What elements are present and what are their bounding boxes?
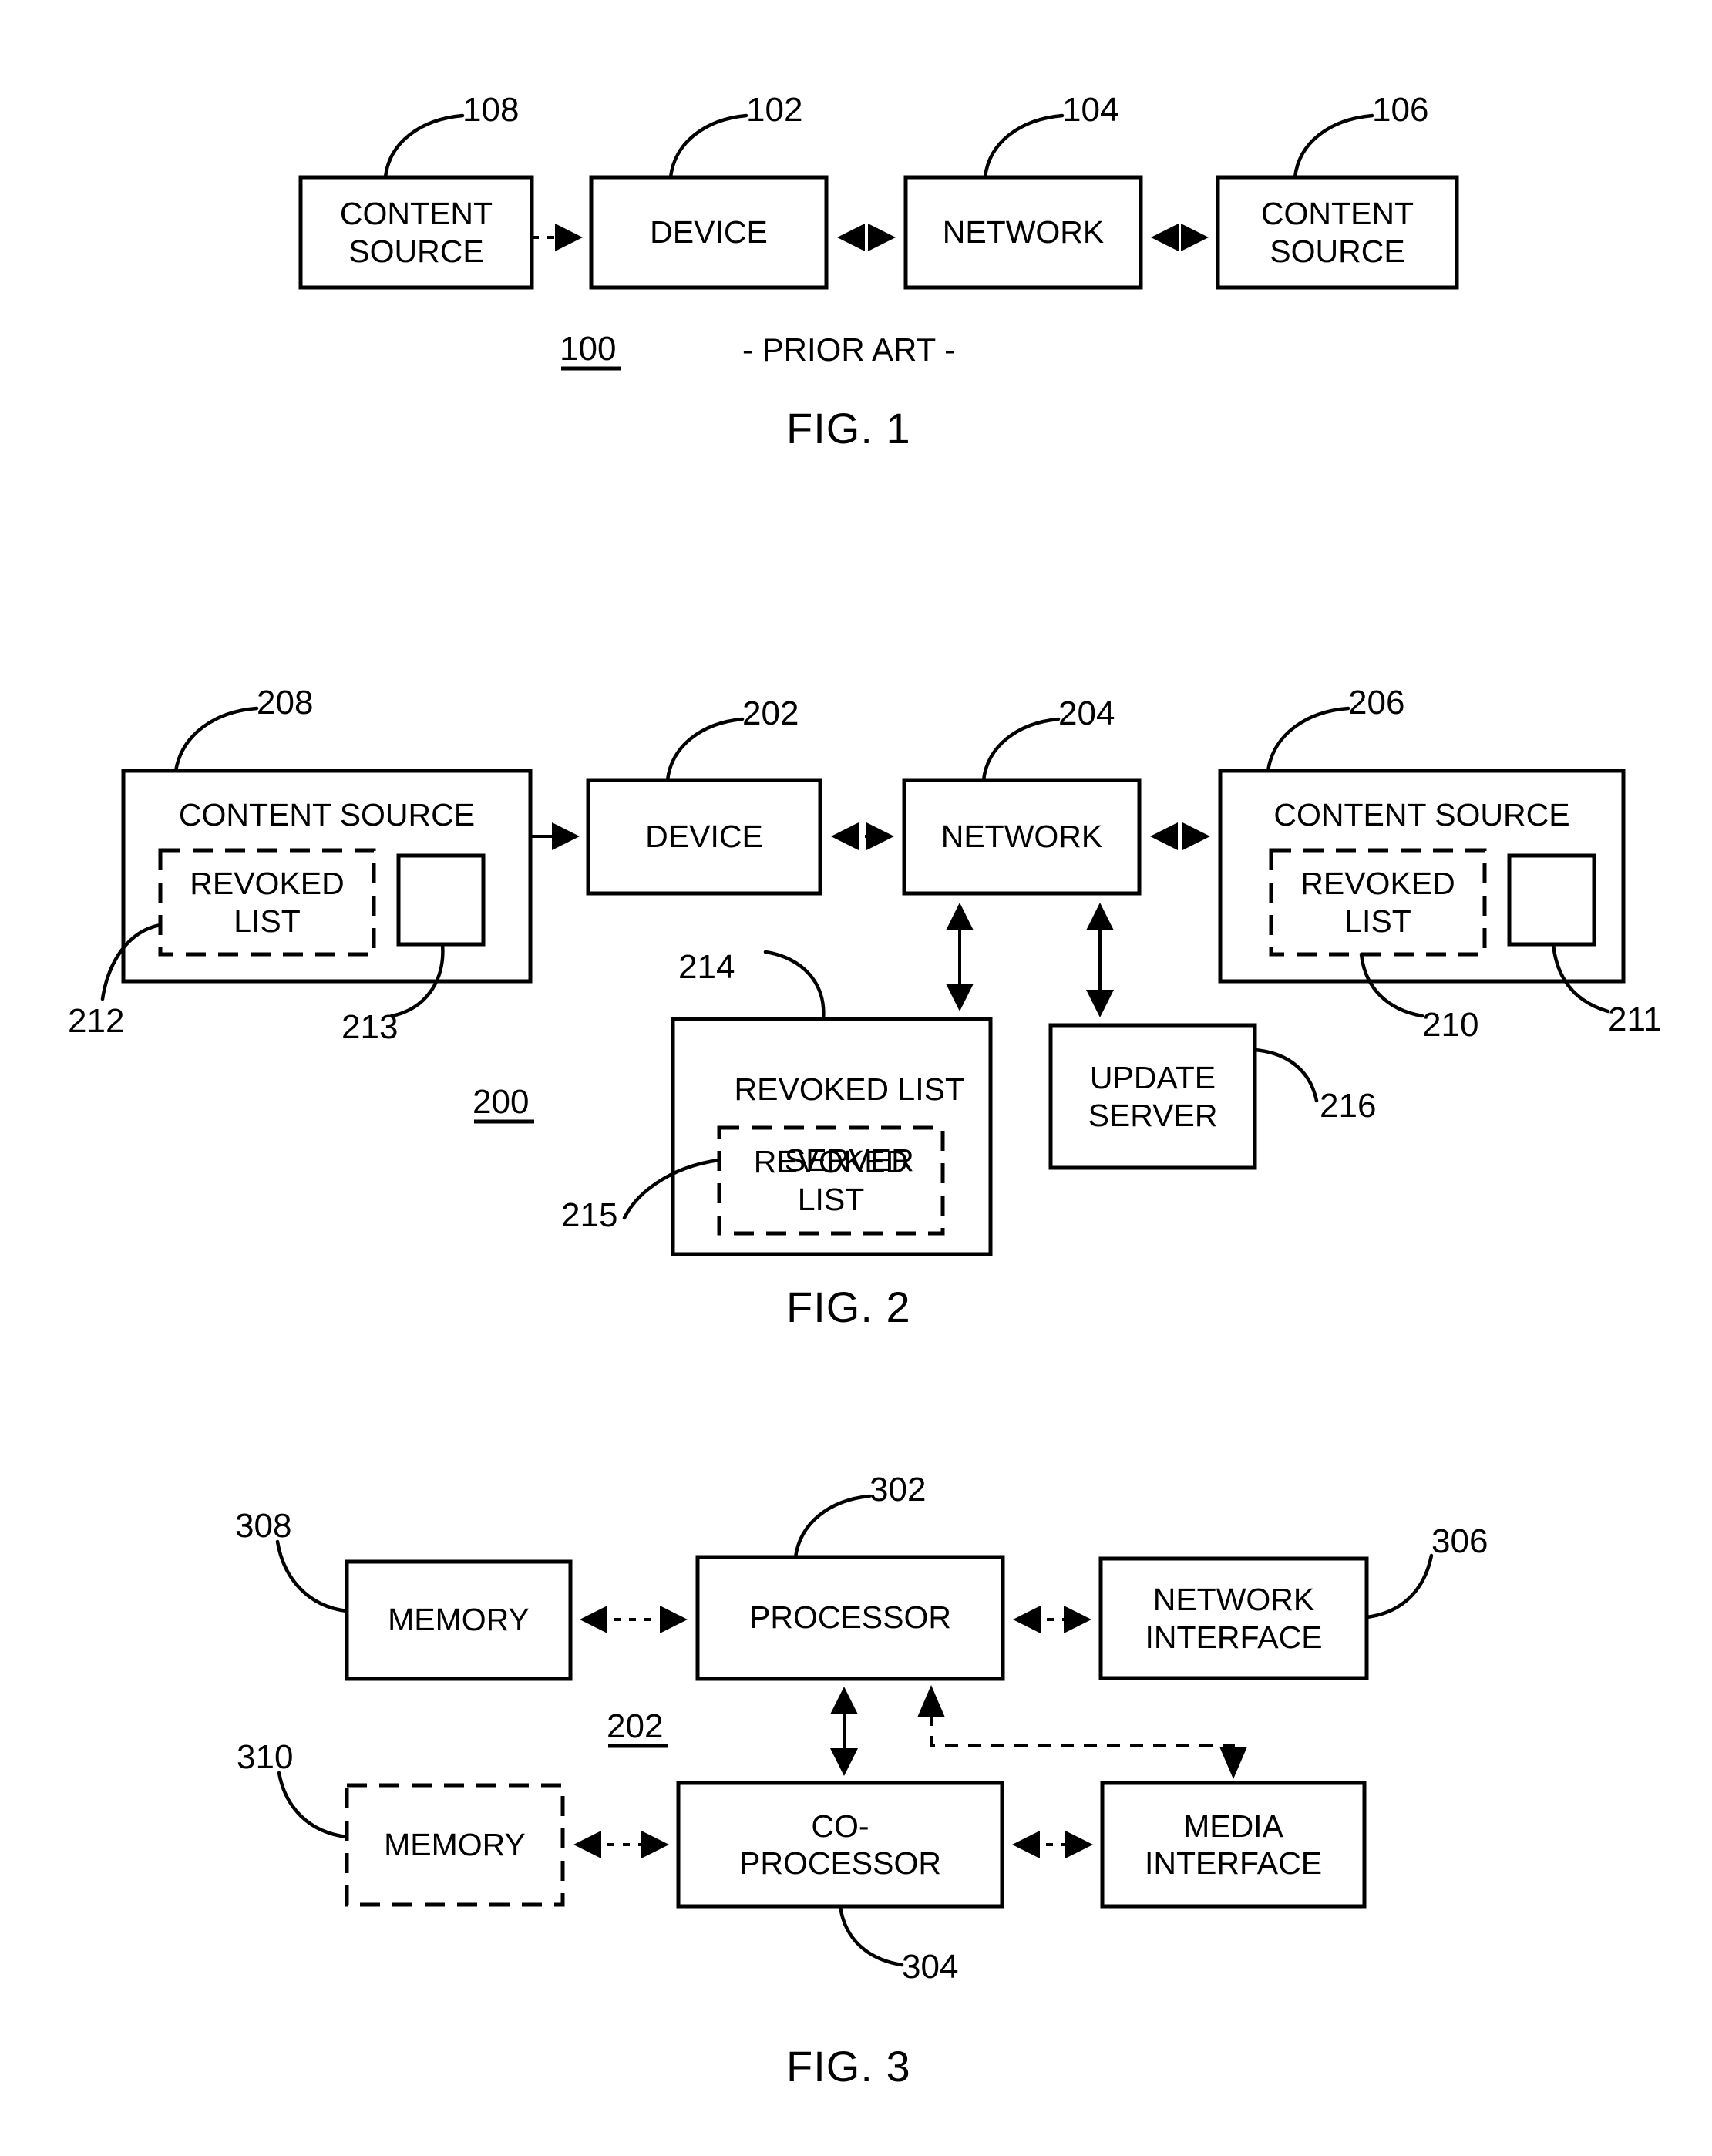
figure-caption-2: FIG. 2 bbox=[786, 1283, 911, 1331]
ref-212: 212 bbox=[68, 1002, 125, 1040]
block-label-line2: LIST bbox=[234, 903, 301, 939]
figure-caption-3: FIG. 3 bbox=[786, 2042, 911, 2090]
block-label-line2: SOURCE bbox=[348, 233, 484, 269]
prior-art-note: - PRIOR ART - bbox=[742, 331, 956, 368]
block-label-line2: LIST bbox=[797, 1181, 865, 1217]
arrowhead-netif-up bbox=[917, 1685, 945, 1717]
ref-210: 210 bbox=[1422, 1006, 1479, 1044]
block-label-line2: LIST bbox=[1344, 903, 1411, 939]
leader-211 bbox=[1551, 942, 1610, 1014]
ref-106: 106 bbox=[1372, 91, 1429, 129]
leader-310 bbox=[277, 1771, 349, 1839]
leader-214 bbox=[763, 950, 826, 1021]
leader-306 bbox=[1364, 1553, 1434, 1620]
block-label-content-source-208: CONTENT SOURCE bbox=[178, 797, 476, 832]
block-label-device-202: DEVICE bbox=[645, 818, 763, 854]
block-label-update-server-216: UPDATE SERVER bbox=[1051, 1025, 1255, 1168]
leader-106 bbox=[1293, 113, 1374, 180]
system-number-202: 202 bbox=[607, 1707, 664, 1745]
block-label-revoked-list-215: REVOKED LIST bbox=[719, 1128, 943, 1233]
block-label-memory-308: MEMORY bbox=[388, 1602, 530, 1638]
system-number-200: 200 bbox=[473, 1083, 530, 1121]
ref-215: 215 bbox=[561, 1196, 618, 1234]
leader-204 bbox=[981, 717, 1061, 782]
leader-208 bbox=[173, 706, 259, 773]
leader-216 bbox=[1253, 1048, 1319, 1103]
block-label-processor-302: PROCESSOR bbox=[749, 1599, 951, 1636]
block-label-content-source-106: CONTENT SOURCE bbox=[1218, 177, 1457, 288]
block-label-line2: PROCESSOR bbox=[739, 1845, 941, 1881]
ref-102: 102 bbox=[746, 91, 803, 129]
block-label-revoked-list-212: REVOKED LIST bbox=[160, 850, 374, 954]
block-label-network-204: NETWORK bbox=[940, 818, 1103, 854]
block-label-line1: NETWORK bbox=[1152, 1582, 1315, 1618]
block-label-line2: INTERFACE bbox=[1144, 1845, 1323, 1881]
leader-104 bbox=[983, 113, 1065, 180]
block-label-content-source-108: CONTENT SOURCE bbox=[301, 177, 532, 288]
figure-caption-1: FIG. 1 bbox=[786, 404, 911, 452]
ref-214: 214 bbox=[678, 948, 735, 986]
block-label-line1: CONTENT bbox=[1260, 196, 1414, 232]
box-inner-211 bbox=[1507, 853, 1596, 947]
leader-206 bbox=[1266, 706, 1350, 773]
block-label-line1: UPDATE bbox=[1089, 1060, 1216, 1096]
arrowhead-mediaif-down bbox=[1219, 1747, 1247, 1779]
leader-302 bbox=[793, 1494, 872, 1559]
block-label-network-interface-306: NETWORK INTERFACE bbox=[1101, 1559, 1367, 1678]
ref-206: 206 bbox=[1348, 684, 1405, 721]
block-label-media-interface: MEDIA INTERFACE bbox=[1102, 1783, 1364, 1906]
ref-213: 213 bbox=[341, 1008, 399, 1046]
leader-202 bbox=[665, 717, 745, 782]
block-label-line1: CO- bbox=[811, 1808, 869, 1844]
ref-202: 202 bbox=[742, 695, 799, 732]
block-label-revoked-list-210: REVOKED LIST bbox=[1271, 850, 1485, 954]
block-label-line1: REVOKED bbox=[1300, 866, 1455, 902]
leader-210 bbox=[1359, 952, 1424, 1018]
system-number-100: 100 bbox=[560, 330, 617, 368]
ref-302: 302 bbox=[869, 1471, 927, 1509]
patent-drawing-sheet: 108 102 104 106 CONTENT SOURCE DEVICE NE… bbox=[0, 0, 1712, 2156]
block-label-memory-310: MEMORY bbox=[384, 1826, 526, 1862]
block-label-content-source-206: CONTENT SOURCE bbox=[1273, 797, 1570, 832]
ref-211: 211 bbox=[1608, 1001, 1663, 1038]
block-label-line2: SOURCE bbox=[1270, 233, 1405, 269]
ref-304: 304 bbox=[902, 1948, 959, 1986]
block-label-network-104: NETWORK bbox=[942, 214, 1105, 250]
ref-308: 308 bbox=[235, 1507, 292, 1545]
block-label-line2: INTERFACE bbox=[1145, 1619, 1323, 1655]
leader-212 bbox=[100, 923, 163, 1001]
leader-304 bbox=[838, 1904, 904, 1967]
ref-108: 108 bbox=[462, 91, 520, 129]
leader-308 bbox=[275, 1539, 349, 1613]
block-label-line1: CONTENT bbox=[339, 196, 493, 232]
block-label-co-processor-304: CO- PROCESSOR bbox=[678, 1783, 1002, 1906]
leader-108 bbox=[383, 113, 465, 180]
ref-208: 208 bbox=[257, 684, 314, 721]
ref-204: 204 bbox=[1058, 695, 1115, 732]
block-label-device-102: DEVICE bbox=[650, 214, 768, 250]
conn-netif306-mediaif bbox=[930, 1690, 1235, 1773]
box-inner-213 bbox=[396, 853, 486, 947]
block-label-line1: REVOKED LIST bbox=[734, 1071, 965, 1107]
block-label-line1: REVOKED bbox=[190, 866, 345, 902]
ref-104: 104 bbox=[1062, 91, 1119, 129]
leader-102 bbox=[668, 113, 748, 180]
ref-216: 216 bbox=[1320, 1087, 1377, 1125]
block-label-line1: REVOKED bbox=[753, 1144, 909, 1180]
ref-310: 310 bbox=[237, 1738, 294, 1776]
ref-306: 306 bbox=[1431, 1522, 1488, 1560]
block-label-line1: MEDIA bbox=[1183, 1808, 1283, 1844]
block-label-line2: SERVER bbox=[1088, 1097, 1218, 1133]
